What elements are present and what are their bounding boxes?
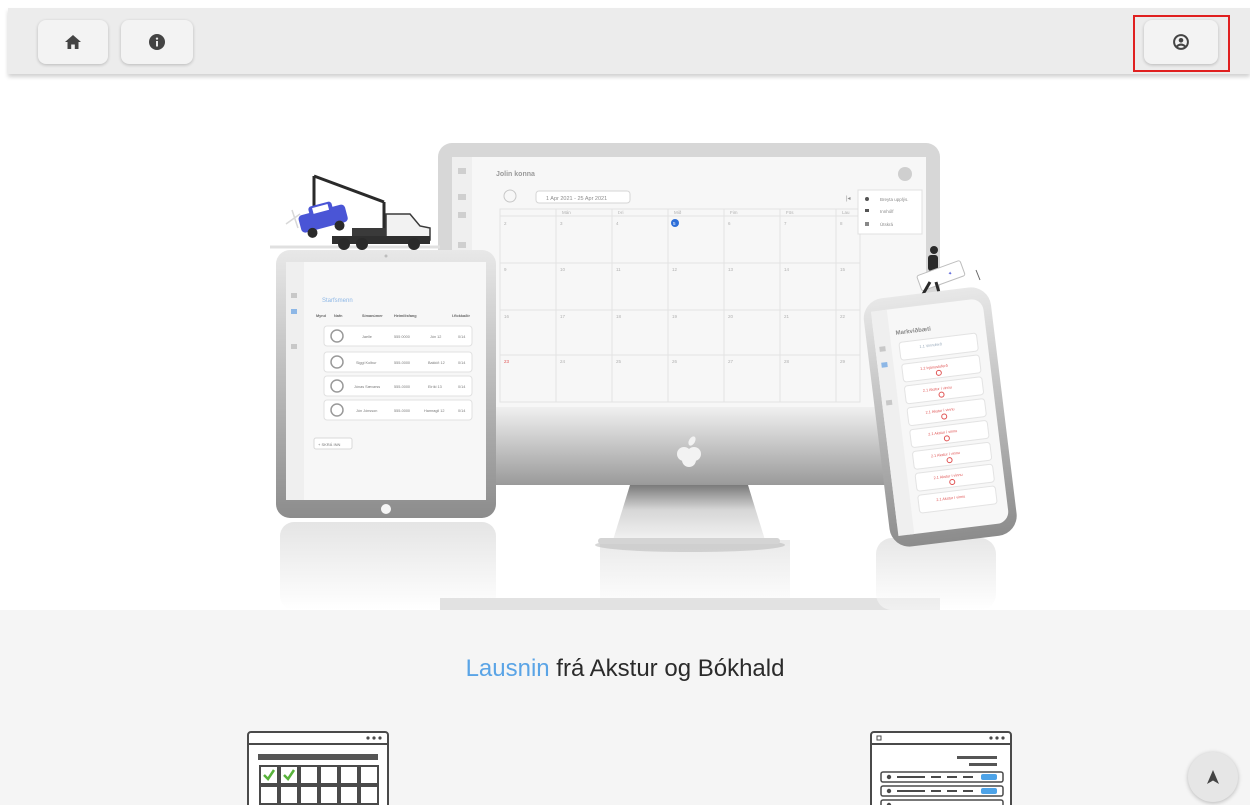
svg-text:27: 27: [728, 359, 734, 364]
home-icon: [65, 35, 81, 49]
devices-mockup: Jolin konna 1 Apr 2021 - 25 Apr 2021 |◂: [270, 143, 1017, 610]
svg-text:17: 17: [560, 314, 566, 319]
scroll-to-top-button[interactable]: [1188, 752, 1238, 802]
svg-text:Útskrá: Útskrá: [880, 221, 893, 227]
svg-text:10: 10: [560, 267, 566, 272]
svg-text:555 0000: 555 0000: [394, 335, 410, 339]
svg-text:✦: ✦: [948, 271, 952, 277]
info-icon: [149, 34, 165, 50]
svg-text:I.flokkaðir: I.flokkaðir: [452, 313, 470, 318]
list-feature-icon: [870, 731, 1012, 805]
section-title: Lausnin frá Akstur og Bókhald: [0, 655, 1250, 683]
svg-text:Innhólf: Innhólf: [880, 209, 894, 214]
svg-text:0/14: 0/14: [458, 335, 465, 339]
svg-text:Símanúmer: Símanúmer: [362, 314, 383, 318]
svg-text:Fös: Fös: [786, 210, 794, 215]
svg-text:|◂: |◂: [846, 196, 851, 202]
svg-text:Fim: Fim: [730, 210, 738, 215]
home-button[interactable]: [38, 20, 108, 64]
svg-text:14: 14: [784, 267, 790, 272]
section-title-text: frá Akstur og Bókhald: [549, 655, 785, 682]
svg-text:11: 11: [616, 267, 621, 272]
svg-text:Jónas Sævarss: Jónas Sævarss: [354, 385, 380, 389]
svg-text:Heimilisfang: Heimilisfang: [394, 314, 417, 318]
svg-text:Eiríki 13: Eiríki 13: [428, 385, 442, 389]
svg-text:Jaelle: Jaelle: [362, 335, 372, 339]
svg-text:Mynd: Mynd: [316, 314, 327, 318]
tablet-mockup: Starfsmenn Mynd Nafn Símanúmer Heimilisf…: [276, 250, 496, 518]
hero-illustration: Jolin konna 1 Apr 2021 - 25 Apr 2021 |◂: [0, 120, 1250, 610]
svg-text:21: 21: [784, 314, 790, 319]
svg-text:26: 26: [672, 359, 678, 364]
svg-text:23: 23: [504, 359, 510, 364]
svg-text:20: 20: [728, 314, 734, 319]
svg-text:Bakkið 12: Bakkið 12: [428, 360, 445, 365]
svg-text:29: 29: [840, 359, 846, 364]
svg-text:25: 25: [616, 359, 622, 364]
svg-text:555-0000: 555-0000: [394, 385, 410, 389]
svg-text:0/14: 0/14: [458, 361, 465, 365]
svg-text:555-0000: 555-0000: [394, 361, 410, 365]
svg-text:Jón 12: Jón 12: [430, 335, 441, 339]
account-button[interactable]: [1144, 20, 1218, 64]
svg-text:16: 16: [504, 314, 510, 319]
svg-text:Þri: Þri: [618, 210, 624, 215]
svg-text:Nafn: Nafn: [334, 314, 343, 318]
svg-text:13: 13: [728, 267, 734, 272]
svg-text:0/14: 0/14: [458, 385, 465, 389]
svg-text:12: 12: [672, 267, 678, 272]
arrow-up-icon: [1207, 770, 1219, 784]
svg-text:24: 24: [560, 359, 566, 364]
svg-text:18: 18: [616, 314, 622, 319]
solutions-section: Lausnin frá Akstur og Bókhald: [0, 610, 1250, 805]
svg-text:0/14: 0/14: [458, 409, 465, 413]
top-navbar: [8, 8, 1250, 74]
phone-mockup: Markviðbæti 1.1 Vinnuferð 1.2 Þjónustufe…: [863, 287, 1017, 547]
svg-text:15: 15: [840, 267, 846, 272]
svg-text:Siggi Kolbur: Siggi Kolbur: [356, 361, 377, 365]
svg-text:Mið: Mið: [674, 209, 682, 215]
svg-text:Breyta upplýs.: Breyta upplýs.: [880, 197, 909, 202]
tow-truck-illustration: [270, 174, 440, 250]
svg-text:Jón Jónsson: Jón Jónsson: [356, 409, 377, 413]
svg-text:Starfsmenn: Starfsmenn: [322, 298, 353, 304]
calendar-feature-icon: [247, 731, 389, 805]
svg-text:28: 28: [784, 359, 790, 364]
svg-text:1 Apr 2021 - 25 Apr 2021: 1 Apr 2021 - 25 Apr 2021: [546, 196, 607, 202]
svg-text:Lau: Lau: [842, 210, 850, 215]
monitor-mockup: Jolin konna 1 Apr 2021 - 25 Apr 2021 |◂: [438, 143, 940, 544]
svg-text:22: 22: [840, 314, 846, 319]
svg-text:555-0000: 555-0000: [394, 409, 410, 413]
svg-text:Jolin konna: Jolin konna: [496, 171, 535, 178]
svg-text:Mán: Mán: [562, 210, 571, 215]
svg-text:+ SKRÁ INN: + SKRÁ INN: [318, 442, 340, 447]
svg-text:19: 19: [672, 314, 678, 319]
section-title-accent: Lausnin: [465, 655, 550, 682]
svg-text:Hamragil 12: Hamragil 12: [424, 409, 444, 413]
account-circle-icon: [1173, 34, 1189, 50]
info-button[interactable]: [121, 20, 193, 64]
